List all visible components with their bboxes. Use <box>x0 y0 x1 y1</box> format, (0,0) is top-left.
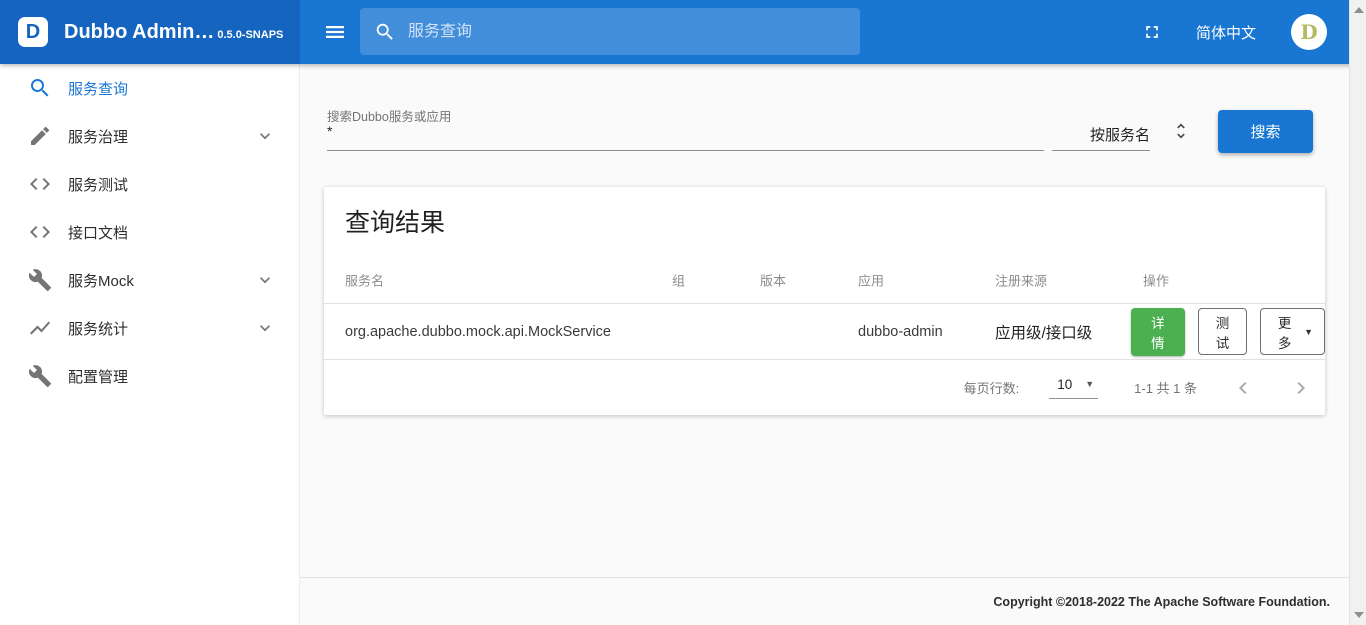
sidebar-item-label: 服务统计 <box>68 318 128 339</box>
results-title: 查询结果 <box>345 203 445 239</box>
sidebar-item-config-management[interactable]: 配置管理 <box>0 352 299 400</box>
col-application: 应用 <box>858 270 884 289</box>
cell-registry-source: 应用级/接口级 <box>995 321 1092 343</box>
col-version: 版本 <box>760 270 786 289</box>
row-actions: 详情 测试 更多 ▼ <box>1131 308 1325 356</box>
wrench-icon <box>28 364 52 388</box>
page-range: 1-1 共 1 条 <box>1134 378 1197 397</box>
test-button[interactable]: 测试 <box>1198 308 1248 355</box>
chevron-down-icon <box>255 270 275 290</box>
chevron-down-icon <box>255 126 275 146</box>
copyright-text: Copyright ©2018-2022 The Apache Software… <box>993 595 1330 609</box>
dubbo-logo: D <box>18 17 48 47</box>
sidebar-item-label: 服务Mock <box>68 270 134 291</box>
vertical-scrollbar[interactable] <box>1349 0 1366 625</box>
filter-select[interactable]: 按服务名 <box>1052 124 1150 151</box>
sidebar-item-service-test[interactable]: 服务测试 <box>0 160 299 208</box>
filter-selected-label: 按服务名 <box>1090 124 1150 145</box>
brand-area[interactable]: D Dubbo Admin… 0.5.0-SNAPS <box>0 0 300 64</box>
toolbar-search-box[interactable] <box>360 8 860 55</box>
pagination: 每页行数: 10 ▼ 1-1 共 1 条 <box>324 360 1325 415</box>
avatar[interactable]: D <box>1291 14 1327 50</box>
caret-down-icon: ▼ <box>1085 379 1094 389</box>
fullscreen-icon[interactable] <box>1142 22 1162 42</box>
rows-per-page-value: 10 <box>1057 377 1072 392</box>
previous-page-icon[interactable] <box>1231 376 1255 400</box>
detail-button[interactable]: 详情 <box>1131 308 1185 356</box>
sidebar-item-api-docs[interactable]: 接口文档 <box>0 208 299 256</box>
code-icon <box>28 172 52 196</box>
avatar-glyph: D <box>1300 20 1317 44</box>
caret-down-icon: ▼ <box>1304 327 1313 337</box>
language-label: 简体中文 <box>1196 22 1256 43</box>
language-switcher[interactable]: 简体中文 <box>1196 0 1256 64</box>
scroll-down-icon[interactable] <box>1354 612 1364 618</box>
menu-icon[interactable] <box>323 20 347 44</box>
col-service-name: 服务名 <box>345 270 384 289</box>
search-icon <box>374 21 396 43</box>
chevron-down-icon <box>255 318 275 338</box>
sidebar-item-service-governance[interactable]: 服务治理 <box>0 112 299 160</box>
sidebar-item-service-mock[interactable]: 服务Mock <box>0 256 299 304</box>
app-bar: D Dubbo Admin… 0.5.0-SNAPS 简体中文 D <box>0 0 1366 64</box>
cell-application: dubbo-admin <box>858 324 943 340</box>
search-field-underline <box>327 150 1044 151</box>
sidebar: 服务查询 服务治理 服务测试 接口文档 服务Mock <box>0 64 300 625</box>
more-button-label: 更多 <box>1272 312 1297 352</box>
code-icon <box>28 220 52 244</box>
pencil-icon <box>28 124 52 148</box>
cell-service-name: org.apache.dubbo.mock.api.MockService <box>345 324 611 340</box>
search-field-value[interactable]: * <box>327 123 332 139</box>
sidebar-item-label: 配置管理 <box>68 366 128 387</box>
sidebar-item-service-metrics[interactable]: 服务统计 <box>0 304 299 352</box>
app-title: Dubbo Admin… <box>64 21 214 44</box>
sidebar-item-label: 服务查询 <box>68 78 128 99</box>
toolbar-search-input[interactable] <box>408 23 828 41</box>
sidebar-item-label: 接口文档 <box>68 222 128 243</box>
table-header: 服务名 组 版本 应用 注册来源 操作 <box>324 256 1325 304</box>
table-row: org.apache.dubbo.mock.api.MockService du… <box>324 304 1325 360</box>
logo-letter: D <box>26 22 40 42</box>
col-operations: 操作 <box>1143 270 1169 289</box>
sidebar-item-label: 服务测试 <box>68 174 128 195</box>
col-registry-source: 注册来源 <box>995 270 1047 289</box>
app-version: 0.5.0-SNAPS <box>217 29 283 41</box>
col-group: 组 <box>672 270 685 289</box>
more-button[interactable]: 更多 ▼ <box>1260 308 1325 355</box>
sidebar-item-service-search[interactable]: 服务查询 <box>0 64 299 112</box>
trending-up-icon <box>28 316 52 340</box>
sidebar-item-label: 服务治理 <box>68 126 128 147</box>
search-field-label: 搜索Dubbo服务或应用 <box>327 106 451 125</box>
wrench-icon <box>28 268 52 292</box>
results-card: 查询结果 服务名 组 版本 应用 注册来源 操作 org.apache.dubb… <box>324 187 1325 415</box>
search-icon <box>28 76 52 100</box>
unfold-more-icon[interactable] <box>1171 121 1191 141</box>
rows-per-page-select[interactable]: 10 ▼ <box>1049 377 1098 399</box>
scroll-up-icon[interactable] <box>1354 7 1364 13</box>
rows-per-page-label: 每页行数: <box>964 378 1020 397</box>
next-page-icon[interactable] <box>1289 376 1313 400</box>
search-button[interactable]: 搜索 <box>1218 110 1313 153</box>
footer: Copyright ©2018-2022 The Apache Software… <box>300 577 1349 625</box>
